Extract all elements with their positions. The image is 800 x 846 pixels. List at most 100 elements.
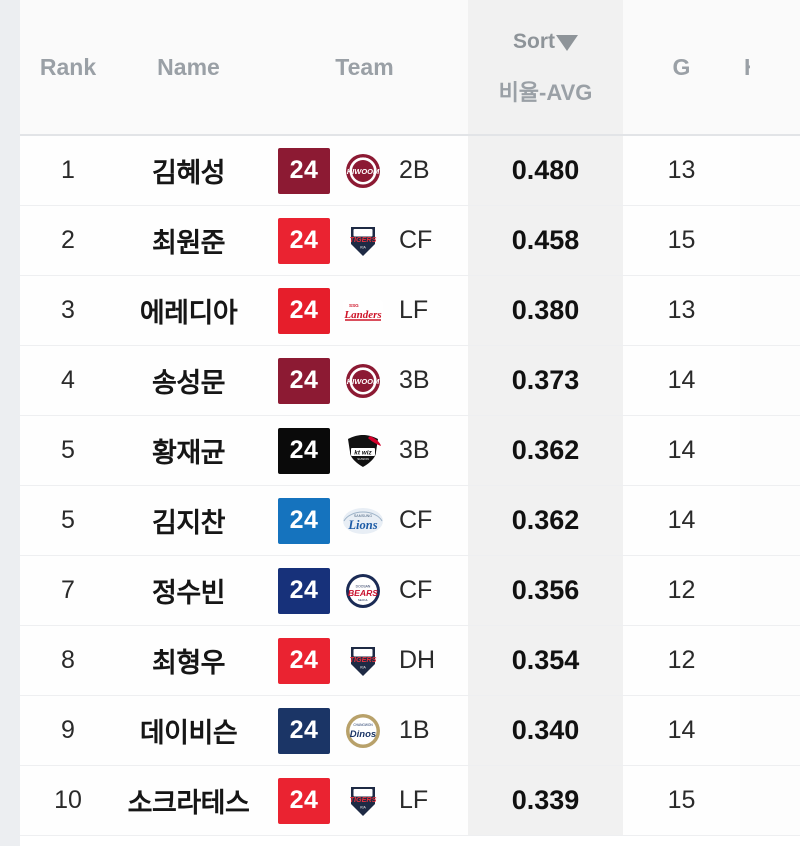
table-row[interactable]: 7 정수빈 24 DOOSAN BEARS SEOUL CF 0.356 12 xyxy=(20,555,800,626)
avg-value: 0.362 xyxy=(511,435,580,465)
season-badge: 24 xyxy=(278,497,330,544)
cell-name[interactable]: 소크라테스 xyxy=(116,765,261,836)
samsung-lions-logo-icon: SAMSUNG Lions xyxy=(339,499,386,543)
player-name[interactable]: 에레디아 xyxy=(140,298,238,328)
season-badge-label: 24 xyxy=(289,786,319,814)
season-badge-label: 24 xyxy=(289,366,319,394)
cell-rank: 3 xyxy=(20,275,116,346)
cell-name[interactable]: 최원준 xyxy=(116,205,261,276)
cell-rank: 2 xyxy=(20,205,116,276)
column-header-team[interactable]: Team xyxy=(261,0,468,136)
cell-name[interactable]: 정수빈 xyxy=(116,555,261,626)
nc-dinos-logo-icon: CHANGWON Dinos xyxy=(339,709,386,753)
cell-games: 13 xyxy=(623,275,740,346)
player-name[interactable]: 송성문 xyxy=(152,368,226,398)
team-inner: 24 kt wiz SUWON 3B xyxy=(271,427,458,474)
cell-name[interactable]: 에레디아 xyxy=(116,275,261,346)
cell-name[interactable]: 황재균 xyxy=(116,415,261,486)
cell-team[interactable]: 24 SSG Landers LF xyxy=(261,275,468,346)
table-header: Rank Name Team Sort 비율-AVG G xyxy=(20,0,800,136)
cell-team[interactable]: 24 TIGERS KIA LF xyxy=(261,765,468,836)
cell-team[interactable]: 24 KIWOOM 3B xyxy=(261,345,468,416)
cell-name[interactable]: 김지찬 xyxy=(116,485,261,556)
season-badge: 24 xyxy=(278,427,330,474)
cell-team[interactable]: 24 DOOSAN BEARS SEOUL CF xyxy=(261,555,468,626)
season-badge-label: 24 xyxy=(289,436,319,464)
column-header-next-partial-label: H xyxy=(744,54,750,81)
column-header-avg[interactable]: Sort 비율-AVG xyxy=(468,0,623,136)
column-header-name[interactable]: Name xyxy=(116,0,261,136)
kia-tigers-logo-icon: TIGERS KIA xyxy=(339,639,386,683)
player-position: 1B xyxy=(399,716,430,744)
cell-team[interactable]: 24 KIWOOM 2B xyxy=(261,135,468,206)
cell-team[interactable]: 24 TIGERS KIA DH xyxy=(261,625,468,696)
player-name[interactable]: 김혜성 xyxy=(152,158,226,188)
cell-name[interactable]: 최형우 xyxy=(116,625,261,696)
cell-avg: 0.380 xyxy=(468,275,623,346)
season-badge: 24 xyxy=(278,567,330,614)
player-name[interactable]: 최형우 xyxy=(152,648,226,678)
player-position: 2B xyxy=(399,156,430,184)
player-name[interactable]: 소크라테스 xyxy=(128,788,250,818)
table-row[interactable]: 9 데이비슨 24 CHANGWON Dinos 1B 0.340 14 xyxy=(20,695,800,766)
svg-text:CHANGWON: CHANGWON xyxy=(353,723,373,727)
rank-value: 10 xyxy=(54,786,82,814)
svg-text:TIGERS: TIGERS xyxy=(349,655,376,664)
player-name[interactable]: 정수빈 xyxy=(152,578,226,608)
cell-avg: 0.480 xyxy=(468,135,623,206)
table-row[interactable]: 1 김혜성 24 KIWOOM 2B 0.480 13 xyxy=(20,135,800,206)
cell-next-partial xyxy=(740,625,800,696)
cell-next-partial xyxy=(740,695,800,766)
player-name[interactable]: 김지찬 xyxy=(152,508,226,538)
caret-down-icon[interactable] xyxy=(556,34,578,51)
player-stats-table: Rank Name Team Sort 비율-AVG G 1 김혜성 24 KI… xyxy=(20,0,800,836)
player-name[interactable]: 황재균 xyxy=(152,438,226,468)
avg-value: 0.380 xyxy=(511,295,580,325)
avg-value: 0.354 xyxy=(511,645,580,675)
column-header-g-label: G xyxy=(672,53,691,80)
column-header-rank[interactable]: Rank xyxy=(20,0,116,136)
kia-tigers-logo-icon: TIGERS KIA xyxy=(339,219,386,263)
column-header-avg-label: 비율-AVG xyxy=(498,79,593,105)
table-row[interactable]: 10 소크라테스 24 TIGERS KIA LF 0.339 15 xyxy=(20,765,800,836)
cell-next-partial xyxy=(740,555,800,626)
cell-team[interactable]: 24 TIGERS KIA CF xyxy=(261,205,468,276)
table-row[interactable]: 3 에레디아 24 SSG Landers LF 0.380 13 xyxy=(20,275,800,346)
team-inner: 24 DOOSAN BEARS SEOUL CF xyxy=(271,567,458,614)
table-row[interactable]: 8 최형우 24 TIGERS KIA DH 0.354 12 xyxy=(20,625,800,696)
table-row[interactable]: 5 김지찬 24 SAMSUNG Lions CF 0.362 14 xyxy=(20,485,800,556)
column-header-g[interactable]: G xyxy=(623,0,740,136)
cell-name[interactable]: 김혜성 xyxy=(116,135,261,206)
player-position: 3B xyxy=(399,436,430,464)
table-row[interactable]: 2 최원준 24 TIGERS KIA CF 0.458 15 xyxy=(20,205,800,276)
table-row[interactable]: 4 송성문 24 KIWOOM 3B 0.373 14 xyxy=(20,345,800,416)
cell-games: 13 xyxy=(623,135,740,206)
cell-team[interactable]: 24 SAMSUNG Lions CF xyxy=(261,485,468,556)
svg-text:BEARS: BEARS xyxy=(347,588,377,598)
cell-team[interactable]: 24 kt wiz SUWON 3B xyxy=(261,415,468,486)
team-inner: 24 SAMSUNG Lions CF xyxy=(271,497,458,544)
season-badge-label: 24 xyxy=(289,226,319,254)
sort-control[interactable]: Sort xyxy=(468,31,623,52)
rank-value: 1 xyxy=(61,156,75,184)
cell-next-partial xyxy=(740,275,800,346)
games-value: 15 xyxy=(667,226,696,254)
table-row[interactable]: 5 황재균 24 kt wiz SUWON 3B 0.362 14 xyxy=(20,415,800,486)
cell-name[interactable]: 데이비슨 xyxy=(116,695,261,766)
season-badge: 24 xyxy=(278,777,330,824)
cell-team[interactable]: 24 CHANGWON Dinos 1B xyxy=(261,695,468,766)
rank-value: 7 xyxy=(61,576,75,604)
cell-games: 12 xyxy=(623,625,740,696)
svg-text:KIA: KIA xyxy=(360,665,366,669)
season-badge: 24 xyxy=(278,217,330,264)
column-header-next-partial[interactable]: H xyxy=(740,0,800,136)
cell-name[interactable]: 송성문 xyxy=(116,345,261,416)
sort-label: Sort xyxy=(513,29,555,53)
cell-avg: 0.340 xyxy=(468,695,623,766)
cell-games: 14 xyxy=(623,345,740,416)
rank-value: 4 xyxy=(61,366,75,394)
cell-avg: 0.362 xyxy=(468,415,623,486)
player-name[interactable]: 데이비슨 xyxy=(140,718,238,748)
player-name[interactable]: 최원준 xyxy=(152,228,226,258)
season-badge-label: 24 xyxy=(289,156,319,184)
